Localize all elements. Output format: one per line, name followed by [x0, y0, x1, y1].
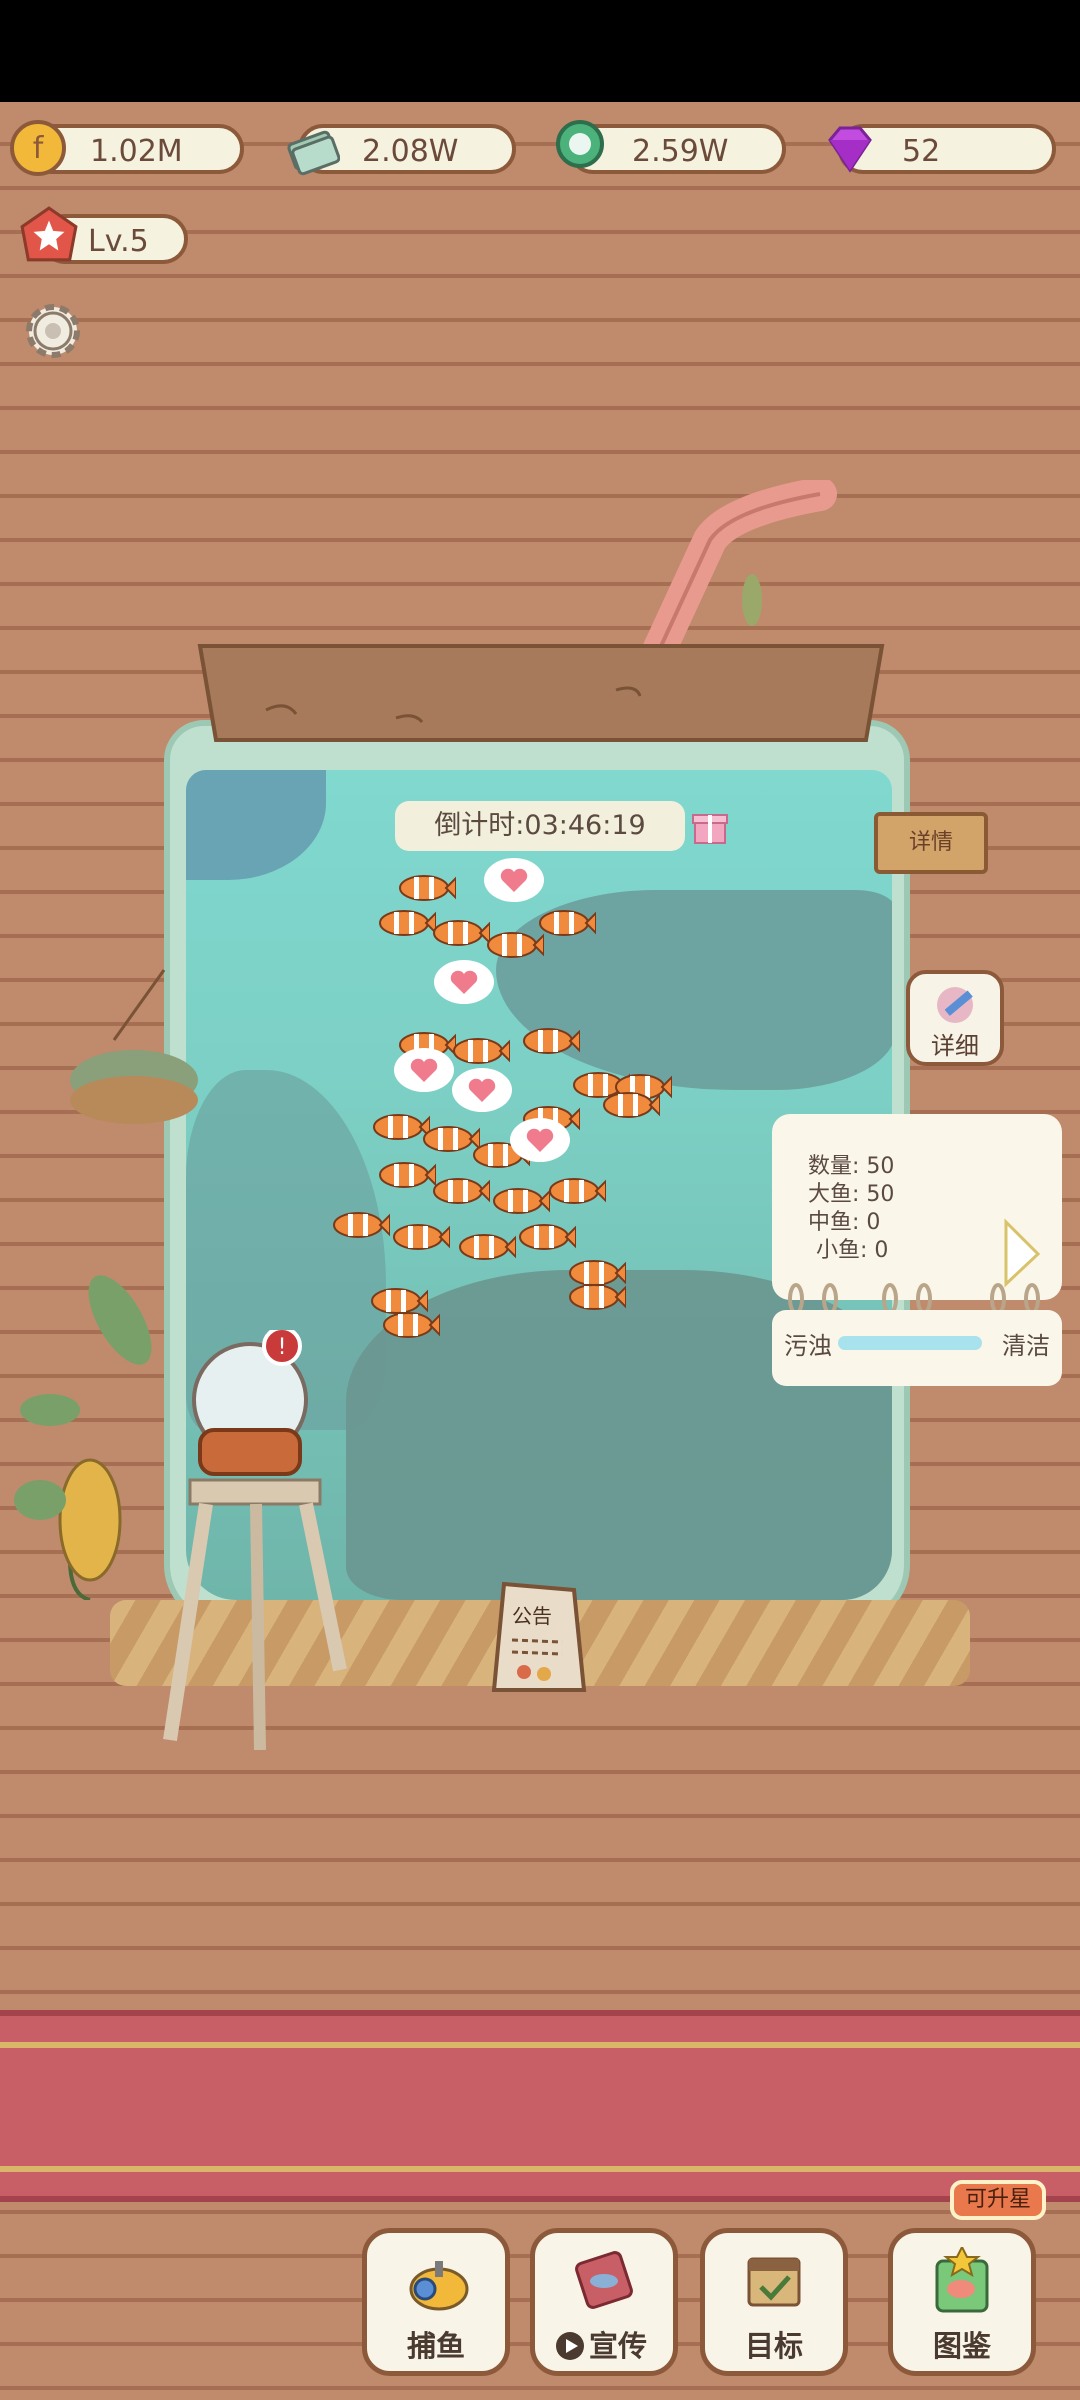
clean-label: 清洁: [1002, 1332, 1050, 1360]
fish-album-icon: [935, 2247, 989, 2313]
clownfish[interactable]: [566, 1282, 626, 1312]
shell-counter[interactable]: 2.59W: [556, 120, 786, 174]
catch-fish-label: 捕鱼: [406, 2329, 465, 2363]
svg-text:!: !: [278, 1335, 287, 1360]
clownfish[interactable]: [430, 918, 490, 948]
green-shell-icon: [556, 120, 604, 168]
clownfish[interactable]: [536, 908, 596, 938]
gear-icon[interactable]: [22, 300, 84, 362]
upgrade-badge[interactable]: 可升星: [950, 2180, 1046, 2220]
dirty-label: 污浊: [784, 1332, 832, 1360]
gift-icon[interactable]: [692, 805, 728, 845]
clownfish[interactable]: [456, 1232, 516, 1262]
gold-value: 1.02M: [90, 134, 183, 169]
svg-text:f: f: [33, 131, 45, 166]
clownfish[interactable]: [450, 1036, 510, 1066]
detail-button-label: 详细: [931, 1032, 979, 1060]
clownfish[interactable]: [600, 1090, 660, 1120]
notice-board[interactable]: 公告: [484, 1580, 594, 1698]
gold-counter[interactable]: f 1.02M: [10, 120, 244, 176]
page-curl-icon[interactable]: [1002, 1218, 1042, 1288]
clownfish[interactable]: [396, 873, 456, 903]
play-icon: [556, 2332, 584, 2360]
detail-sign-label: 详情: [908, 830, 953, 855]
promote-button[interactable]: 宣传: [530, 2228, 678, 2376]
level-value: Lv.5: [88, 224, 149, 259]
clownfish[interactable]: [546, 1176, 606, 1206]
clownfish[interactable]: [390, 1222, 450, 1252]
clownfish[interactable]: [376, 908, 436, 938]
submarine-icon: [409, 2261, 469, 2311]
cash-value: 2.08W: [362, 134, 459, 169]
shell-value: 2.59W: [632, 134, 729, 169]
notice-label: 公告: [512, 1604, 552, 1628]
money-stack-icon: [287, 130, 340, 176]
heart-bubble-icon: [394, 1048, 454, 1092]
status-bar: [0, 0, 1080, 102]
clownfish[interactable]: [520, 1026, 580, 1056]
heart-bubble-icon: [484, 858, 544, 902]
fish-small: 小鱼: 0: [816, 1238, 889, 1263]
clownfish[interactable]: [376, 1160, 436, 1190]
gumball-machine-stool[interactable]: !: [130, 1330, 350, 1750]
clownfish[interactable]: [330, 1210, 390, 1240]
goal-label: 目标: [744, 2329, 803, 2363]
goal-button[interactable]: 目标: [700, 2228, 848, 2376]
coin-icon: f: [10, 120, 66, 176]
pencil-icon: [937, 987, 973, 1023]
album-label: 图鉴: [932, 2329, 991, 2363]
cash-counter[interactable]: 2.08W: [287, 124, 516, 176]
jar-lid: [197, 644, 885, 742]
star-icon: [20, 206, 78, 262]
bottom-banner: [0, 2010, 1080, 2202]
catch-fish-button[interactable]: 捕鱼: [362, 2228, 510, 2376]
heart-bubble-icon: [452, 1068, 512, 1112]
countdown-timer: 倒计时:03:46:19: [395, 801, 685, 851]
notice-board-icon: [491, 1581, 587, 1692]
gem-counter[interactable]: 52: [828, 124, 1056, 174]
cleanliness-bar: [838, 1336, 982, 1350]
hanging-basket: [70, 969, 198, 1124]
heart-bubble-icon: [434, 960, 494, 1004]
fish-poster-icon: [575, 2251, 633, 2309]
purple-gem-icon: [828, 126, 872, 173]
clownfish[interactable]: [430, 1176, 490, 1206]
clownfish[interactable]: [484, 930, 544, 960]
gem-value: 52: [902, 134, 941, 169]
clownfish[interactable]: [380, 1310, 440, 1340]
cleanliness-card: 污浊 清洁: [772, 1310, 1062, 1386]
clownfish[interactable]: [516, 1222, 576, 1252]
clownfish[interactable]: [490, 1186, 550, 1216]
album-button[interactable]: 图鉴: [888, 2228, 1036, 2376]
fish-info-card: 数量: 50 大鱼: 50 中鱼: 0 小鱼: 0: [772, 1114, 1062, 1300]
detail-button[interactable]: 详细: [906, 970, 1004, 1066]
level-badge[interactable]: Lv.5: [20, 206, 188, 264]
detail-sign[interactable]: 详情: [874, 812, 988, 874]
heart-bubble-icon: [510, 1118, 570, 1162]
checklist-icon: [747, 2257, 801, 2307]
